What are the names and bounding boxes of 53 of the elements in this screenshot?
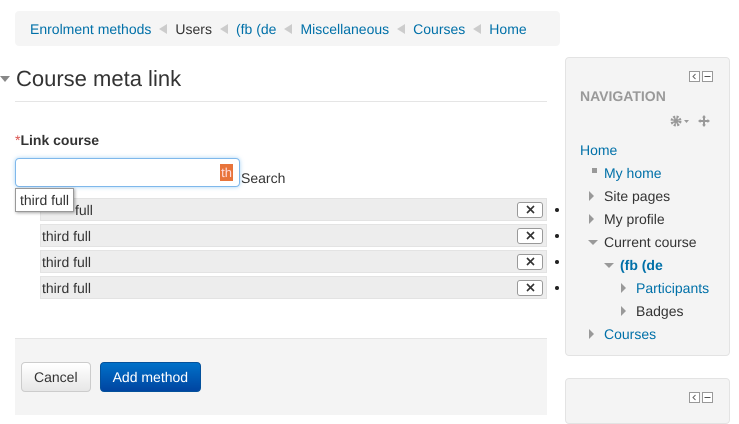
breadcrumb-link[interactable]: Enrolment methods: [30, 20, 152, 36]
course-name: third full: [41, 280, 92, 296]
separator-icon: [397, 24, 406, 34]
close-icon: [526, 231, 534, 240]
minimize-icon[interactable]: [702, 392, 713, 403]
nav-item[interactable]: Courses: [604, 326, 656, 342]
breadcrumb-link[interactable]: Courses: [413, 20, 466, 36]
separator-icon: [473, 24, 482, 34]
required-icon: *: [15, 132, 20, 148]
breadcrumb-link[interactable]: (fb (de: [236, 20, 276, 36]
collapse-icon[interactable]: [0, 75, 12, 83]
remove-button[interactable]: [517, 280, 543, 296]
gear-icon[interactable]: [670, 115, 690, 127]
remove-button[interactable]: [517, 254, 543, 270]
bullet-icon: [555, 260, 559, 264]
minimize-icon[interactable]: [702, 71, 713, 82]
dock-icon[interactable]: [689, 392, 700, 403]
dock-icon[interactable]: [689, 71, 700, 82]
nav-item[interactable]: Participants: [636, 280, 710, 296]
breadcrumb-link[interactable]: Home: [489, 20, 527, 36]
nav-item[interactable]: Badges: [636, 302, 684, 318]
course-name: full: [74, 202, 93, 218]
submit-button[interactable]: Add method: [100, 362, 202, 392]
nav-item[interactable]: Current course: [604, 234, 697, 250]
bullet-icon: [592, 168, 597, 173]
search-label: Search: [241, 170, 286, 187]
close-icon: [526, 283, 534, 292]
breadcrumb-link[interactable]: Miscellaneous: [300, 20, 390, 36]
bullet-icon: [555, 234, 559, 238]
field-label: Link course: [20, 132, 100, 148]
section-title: Course meta link: [16, 66, 182, 92]
remove-button[interactable]: [517, 228, 543, 244]
nav-item[interactable]: My home: [604, 164, 662, 180]
separator-icon: [159, 24, 168, 34]
block-title: NAVIGATION: [580, 88, 667, 104]
nav-item[interactable]: Home: [580, 142, 618, 158]
autocomplete-badge: th: [220, 164, 233, 181]
bullet-icon: [555, 208, 559, 212]
course-name: third full: [41, 228, 92, 244]
nav-item[interactable]: Site pages: [604, 188, 670, 204]
close-icon: [526, 257, 534, 266]
course-name: third full: [41, 254, 92, 270]
move-icon[interactable]: [698, 115, 710, 127]
close-icon: [526, 205, 534, 214]
separator-icon: [220, 24, 228, 34]
breadcrumb-item: Users: [175, 20, 212, 36]
suggestion-tooltip[interactable]: third full: [15, 188, 74, 212]
separator-icon: [284, 24, 292, 34]
bullet-icon: [555, 286, 559, 290]
remove-button[interactable]: [517, 202, 543, 218]
nav-item[interactable]: (fb (de: [620, 256, 663, 272]
nav-item[interactable]: My profile: [604, 210, 665, 226]
cancel-button[interactable]: Cancel: [21, 362, 91, 392]
